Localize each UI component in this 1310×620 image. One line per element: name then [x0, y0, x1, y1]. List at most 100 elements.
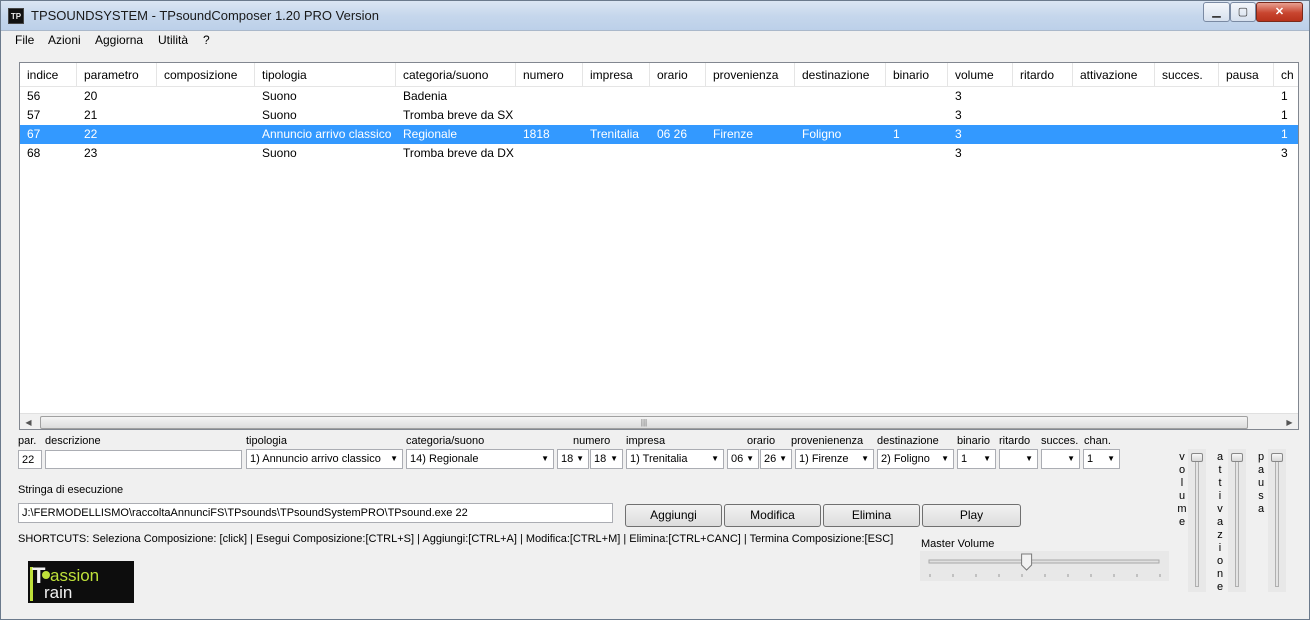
column-header-volume[interactable]: volume [948, 63, 1013, 87]
par-input[interactable] [18, 450, 42, 469]
table-cell: 67 [27, 127, 41, 141]
column-header-orario[interactable]: orario [650, 63, 706, 87]
tipologia-select[interactable]: 1) Annuncio arrivo classico ▼ [246, 449, 403, 469]
attivazione-slider[interactable] [1228, 449, 1246, 592]
column-header-binario[interactable]: binario [886, 63, 948, 87]
close-icon: ✕ [1274, 6, 1285, 18]
svg-text:rain: rain [44, 583, 72, 602]
title-bar[interactable]: TP TPSOUNDSYSTEM - TPsoundComposer 1.20 … [1, 1, 1309, 31]
elimina-button[interactable]: Elimina [823, 504, 920, 527]
column-header-categoria-suono[interactable]: categoria/suono [396, 63, 516, 87]
categoria-label: categoria/suono [406, 435, 485, 447]
table-cell [795, 144, 886, 163]
table-cell [1073, 125, 1155, 144]
succes-select[interactable]: ▼ [1041, 449, 1080, 469]
ritardo-select[interactable]: ▼ [999, 449, 1038, 469]
volume-slider-label: v o l u m e [1177, 451, 1187, 528]
master-volume-track [928, 553, 1161, 577]
succes-label: succes. [1041, 435, 1079, 447]
column-header-parametro[interactable]: parametro [77, 63, 157, 87]
table-cell: 3 [955, 89, 962, 103]
table-cell [516, 87, 583, 106]
volume-slider[interactable] [1188, 449, 1206, 592]
table-cell [1073, 87, 1155, 106]
provenienza-select[interactable]: 1) Firenze ▼ [795, 449, 874, 469]
column-header-ch[interactable]: ch [1274, 63, 1298, 87]
chan-select[interactable]: 1 ▼ [1083, 449, 1120, 469]
chevron-down-icon: ▼ [1067, 454, 1075, 463]
table-cell [157, 106, 255, 125]
modifica-button[interactable]: Modifica [724, 504, 821, 527]
chevron-down-icon: ▼ [746, 454, 754, 463]
table-cell [886, 106, 948, 125]
column-header-destinazione[interactable]: destinazione [795, 63, 886, 87]
par-label: par. [18, 435, 37, 447]
column-header-impresa[interactable]: impresa [583, 63, 650, 87]
descrizione-input[interactable] [45, 450, 242, 469]
slider-thumb[interactable] [1231, 453, 1243, 462]
scroll-left-icon[interactable]: ◀ [20, 414, 37, 429]
column-header-ritardo[interactable]: ritardo [1013, 63, 1073, 87]
table-cell [157, 87, 255, 106]
menu-aggiorna[interactable]: Aggiorna [95, 33, 143, 47]
menu-utilita[interactable]: Utilità [158, 33, 188, 47]
table-cell: 23 [84, 146, 98, 160]
table-cell: 3 [955, 146, 962, 160]
table-cell: Trenitalia [590, 127, 639, 141]
column-header-provenienza[interactable]: provenienza [706, 63, 795, 87]
minimize-icon: ▁ [1212, 6, 1221, 18]
orario-minute-select[interactable]: 26 ▼ [760, 449, 792, 469]
slider-thumb[interactable] [1191, 453, 1203, 462]
column-header-tipologia[interactable]: tipologia [255, 63, 396, 87]
menu-help[interactable]: ? [203, 33, 210, 47]
column-header-indice[interactable]: indice [20, 63, 77, 87]
column-header-numero[interactable]: numero [516, 63, 583, 87]
column-header-pausa[interactable]: pausa [1219, 63, 1274, 87]
table-cell [1155, 144, 1219, 163]
close-button[interactable]: ✕ [1256, 2, 1303, 22]
column-header-composizione[interactable]: composizione [157, 63, 255, 87]
chevron-down-icon: ▼ [711, 454, 719, 463]
table-cell [1013, 106, 1073, 125]
table-row[interactable]: 57 21 Suono Tromba breve da SX 3 1 [20, 106, 1298, 125]
app-icon: TP [8, 8, 24, 24]
destinazione-select[interactable]: 2) Foligno ▼ [877, 449, 954, 469]
table-row[interactable]: 67 22 Annuncio arrivo classico Regionale 181… [20, 125, 1298, 144]
numero1-select[interactable]: 18 ▼ [557, 449, 589, 469]
table-cell [1219, 125, 1274, 144]
play-button[interactable]: Play [922, 504, 1021, 527]
maximize-button[interactable]: ▢ [1230, 2, 1256, 22]
table-cell [1219, 87, 1274, 106]
categoria-select[interactable]: 14) Regionale ▼ [406, 449, 554, 469]
slider-thumb[interactable] [1271, 453, 1283, 462]
table-row[interactable]: 68 23 Suono Tromba breve da DX 3 3 [20, 144, 1298, 163]
exec-string-input[interactable] [18, 503, 613, 523]
column-header-attivazione[interactable]: attivazione [1073, 63, 1155, 87]
table-row[interactable]: 56 20 Suono Badenia 3 1 [20, 87, 1298, 106]
scroll-right-icon[interactable]: ▶ [1281, 414, 1298, 429]
table-cell [886, 144, 948, 163]
column-header-succes-[interactable]: succes. [1155, 63, 1219, 87]
binario-label: binario [957, 435, 991, 447]
logo-graphic: T assion rain [30, 563, 99, 602]
table-cell [1219, 106, 1274, 125]
ritardo-label: ritardo [999, 435, 1031, 447]
horizontal-scrollbar[interactable]: ◀ ||| ▶ [20, 413, 1298, 429]
menu-file[interactable]: File [15, 33, 34, 47]
minimize-button[interactable]: ▁ [1203, 2, 1230, 22]
numero-label: numero [573, 435, 611, 447]
chevron-down-icon: ▼ [1107, 454, 1115, 463]
composition-list[interactable]: indice parametro composizione tipologia cate… [19, 62, 1299, 430]
scrollbar-thumb[interactable]: ||| [40, 416, 1248, 429]
numero2-select[interactable]: 18 ▼ [590, 449, 623, 469]
menu-azioni[interactable]: Azioni [48, 33, 81, 47]
impresa-select[interactable]: 1) Trenitalia ▼ [626, 449, 724, 469]
master-volume-slider[interactable] [920, 551, 1169, 581]
pausa-slider[interactable] [1268, 449, 1286, 592]
tipologia-label: tipologia [246, 435, 287, 447]
table-cell [1219, 144, 1274, 163]
aggiungi-button[interactable]: Aggiungi [625, 504, 722, 527]
attivazione-slider-label: a t t i v a z i o n e [1216, 451, 1224, 593]
orario-hour-select[interactable]: 06 ▼ [727, 449, 759, 469]
binario-select[interactable]: 1 ▼ [957, 449, 996, 469]
